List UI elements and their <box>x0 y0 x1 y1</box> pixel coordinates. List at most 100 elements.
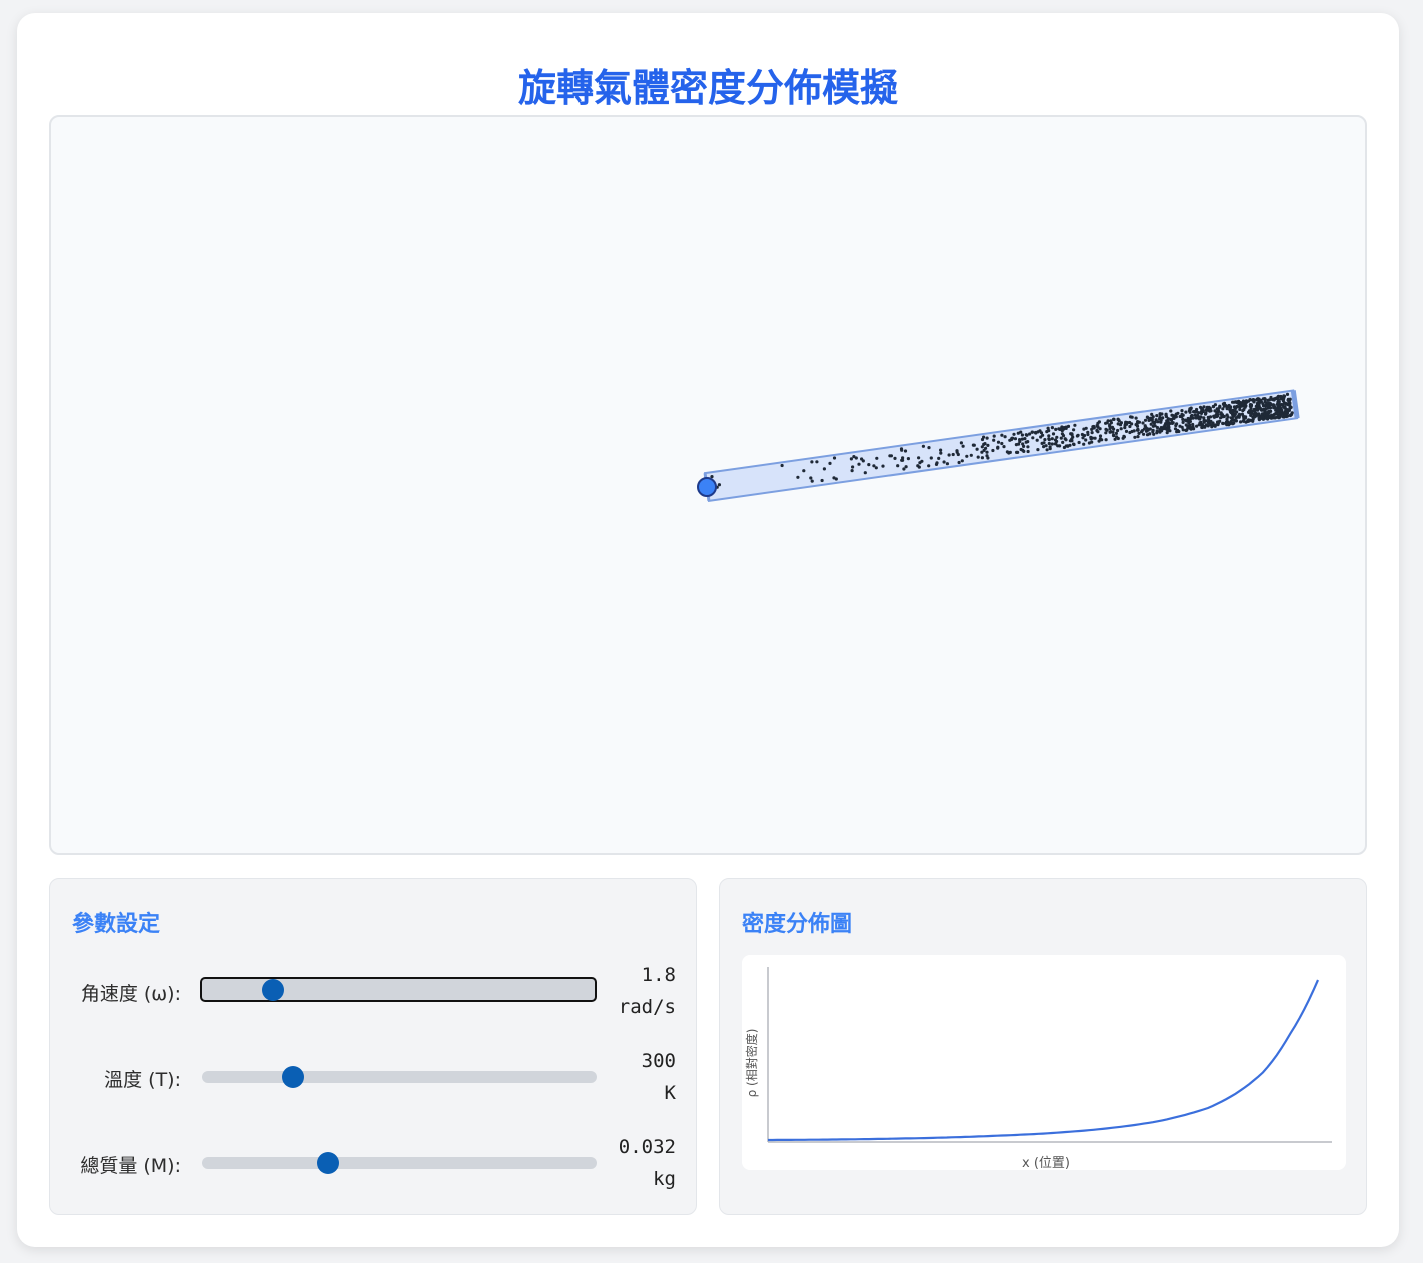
gas-particle <box>1261 402 1265 406</box>
gas-particle <box>1237 402 1241 406</box>
gas-particle <box>1122 435 1126 439</box>
gas-particle <box>996 440 1001 444</box>
gas-particle <box>896 464 900 468</box>
gas-particle <box>1198 415 1202 419</box>
gas-particle <box>1188 410 1192 414</box>
gas-particle <box>809 476 813 480</box>
gas-particle <box>1166 428 1170 432</box>
gas-particle <box>1280 402 1284 407</box>
temperature-slider-thumb[interactable] <box>281 1066 304 1088</box>
gas-particle <box>980 445 984 449</box>
gas-particle <box>1277 401 1281 405</box>
gas-particle <box>1047 438 1051 442</box>
gas-particle <box>1053 442 1057 446</box>
gas-particle <box>1116 417 1120 421</box>
gas-particle <box>1055 435 1059 439</box>
gas-particle <box>1151 424 1155 428</box>
gas-particle <box>900 448 904 452</box>
gas-particle <box>947 453 951 457</box>
gas-particle <box>1082 442 1086 446</box>
gas-particle <box>1000 441 1004 446</box>
gas-particle <box>802 469 806 473</box>
gas-particle <box>1025 433 1029 437</box>
gas-particle <box>1036 448 1040 452</box>
gas-particle <box>976 455 980 459</box>
gas-particle <box>1090 431 1094 435</box>
mass-slider[interactable] <box>202 1152 597 1174</box>
gas-particle <box>951 452 955 457</box>
gas-particle <box>1194 416 1198 420</box>
gas-particle <box>1252 398 1256 402</box>
rotation-pivot[interactable] <box>697 477 717 497</box>
gas-particle <box>1240 412 1244 416</box>
temperature-slider[interactable] <box>202 1066 597 1088</box>
gas-particle <box>893 456 897 460</box>
gas-particle <box>985 436 989 440</box>
gas-particle <box>1185 419 1189 423</box>
gas-particle <box>916 464 920 468</box>
mass-readout: 0.032 kg <box>619 1131 676 1195</box>
gas-particle <box>1176 411 1180 415</box>
gas-particle <box>942 460 946 464</box>
gas-particle <box>1106 419 1110 423</box>
gas-particle <box>1206 415 1210 419</box>
temperature-slider-row: 溫度 (T): 300 K <box>50 1045 698 1115</box>
gas-particle <box>980 456 985 460</box>
gas-particle <box>903 449 908 453</box>
gas-particle <box>1011 436 1015 440</box>
gas-particle <box>986 456 990 460</box>
gas-particle <box>1284 408 1288 412</box>
gas-particle <box>939 451 943 455</box>
omega-slider[interactable] <box>200 977 597 1002</box>
gas-particle <box>1219 411 1223 415</box>
gas-particle <box>1268 409 1273 413</box>
gas-particle <box>1225 417 1229 421</box>
gas-particle <box>1268 401 1272 405</box>
gas-particle <box>1128 424 1132 429</box>
gas-particle <box>1119 427 1123 431</box>
gas-particle <box>1166 419 1170 423</box>
gas-particle <box>1232 400 1236 404</box>
gas-particle <box>1181 417 1185 421</box>
gas-particle <box>900 458 904 462</box>
gas-particle <box>985 450 989 454</box>
gas-particle <box>927 464 931 468</box>
gas-particle <box>1051 432 1056 436</box>
gas-particle <box>1132 429 1136 433</box>
gas-particle <box>710 475 714 479</box>
gas-particle <box>820 478 824 483</box>
gas-particle <box>1022 449 1026 453</box>
gas-particle <box>1204 408 1208 412</box>
omega-unit: rad/s <box>618 996 676 1018</box>
mass-unit: kg <box>653 1168 676 1190</box>
gas-particle <box>906 457 911 461</box>
gas-particle <box>1116 428 1120 433</box>
mass-slider-thumb[interactable] <box>317 1152 340 1174</box>
gas-particle <box>1174 423 1178 428</box>
gas-particle <box>1137 431 1141 435</box>
gas-particle <box>810 460 814 464</box>
gas-particle <box>996 446 1000 450</box>
gas-particle <box>956 452 960 457</box>
gas-particle <box>929 456 933 460</box>
gas-particle <box>780 463 784 468</box>
gas-particle <box>1030 430 1034 434</box>
omega-slider-thumb[interactable] <box>261 979 284 1001</box>
gas-particle <box>1180 415 1184 419</box>
gas-particle <box>867 463 871 467</box>
gas-particle <box>1190 413 1194 418</box>
gas-particle <box>1181 420 1185 424</box>
density-chart: x (位置) ρ (相對密度) <box>742 955 1346 1170</box>
gas-particle <box>1047 434 1051 438</box>
gas-particle <box>1089 435 1093 439</box>
gas-particle <box>1130 415 1134 419</box>
gas-particle <box>1189 407 1193 411</box>
gas-particle <box>1068 443 1072 447</box>
gas-particle <box>1111 430 1115 434</box>
gas-particle <box>1048 445 1052 449</box>
gas-particle <box>1142 432 1146 436</box>
gas-particle <box>1231 422 1235 426</box>
gas-particle <box>828 461 832 465</box>
gas-particle <box>983 442 987 446</box>
gas-particle <box>1279 397 1283 401</box>
